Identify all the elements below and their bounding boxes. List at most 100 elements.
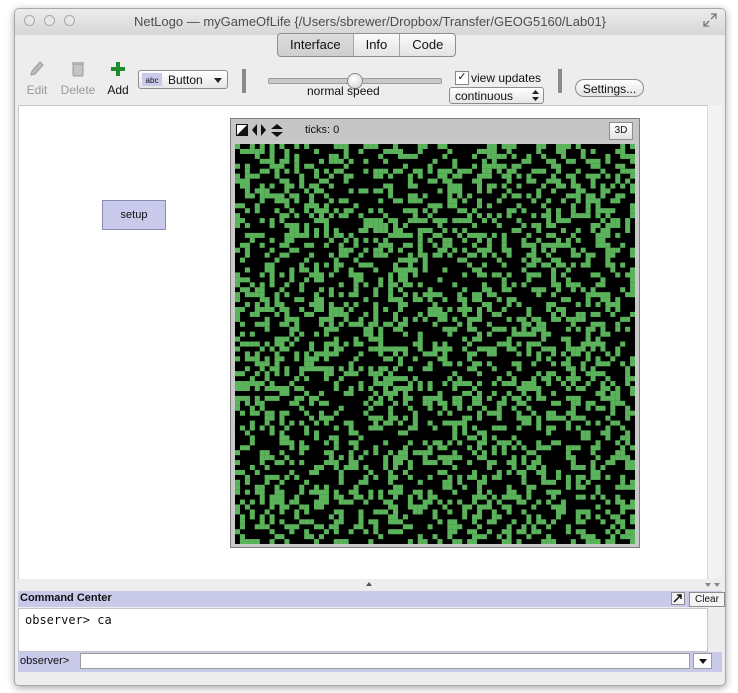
delete-button[interactable]: Delete: [60, 61, 96, 97]
tab-code[interactable]: Code: [400, 34, 455, 56]
delete-label: Delete: [60, 83, 96, 97]
live-cell: [546, 356, 552, 362]
live-cell: [630, 287, 635, 293]
live-cell: [620, 425, 626, 431]
expand-command-center-button[interactable]: [671, 592, 685, 605]
settings-button[interactable]: Settings...: [575, 79, 644, 97]
setup-button[interactable]: setup: [102, 200, 166, 230]
live-cell: [333, 267, 339, 273]
live-cell: [338, 247, 344, 253]
live-cell: [422, 450, 428, 456]
live-cell: [472, 425, 478, 431]
live-cell: [467, 232, 473, 238]
live-cell: [541, 519, 547, 525]
live-cell: [452, 188, 458, 194]
live-cell: [388, 321, 394, 327]
live-cell: [304, 311, 310, 317]
live-cell: [521, 474, 527, 480]
live-cell: [343, 252, 349, 258]
live-cell: [531, 450, 537, 456]
live-cell: [289, 272, 295, 278]
live-cell: [309, 311, 315, 317]
interface-scrollbar[interactable]: [707, 105, 722, 578]
live-cell: [264, 371, 270, 377]
view-updates-checkbox[interactable]: ✓: [455, 71, 469, 85]
live-cell: [427, 292, 433, 298]
live-cell: [560, 227, 566, 233]
add-button[interactable]: Add: [106, 61, 130, 97]
live-cell: [457, 232, 463, 238]
live-cell: [610, 356, 616, 362]
command-history-dropdown[interactable]: [693, 653, 712, 669]
live-cell: [442, 341, 448, 347]
live-cell: [486, 346, 492, 352]
live-cell: [620, 450, 626, 456]
live-cell: [259, 287, 265, 293]
live-cell: [397, 306, 403, 312]
live-cell: [244, 539, 250, 544]
live-cell: [551, 282, 557, 288]
live-cell: [541, 242, 547, 248]
live-cell: [457, 376, 463, 382]
live-cell: [491, 163, 497, 169]
live-cell: [521, 316, 527, 322]
clear-button[interactable]: Clear: [689, 592, 725, 607]
live-cell: [476, 484, 483, 490]
live-cell: [427, 460, 433, 466]
fullscreen-icon[interactable]: [703, 13, 717, 27]
wrap-icon[interactable]: [236, 124, 248, 136]
live-cell: [358, 316, 364, 322]
live-cell: [304, 267, 310, 273]
live-cell: [393, 390, 399, 396]
live-cell: [269, 539, 275, 544]
splitter-arrows-icon[interactable]: [705, 582, 721, 588]
live-cell: [516, 440, 522, 446]
live-cell: [526, 381, 532, 387]
live-cell: [600, 464, 606, 471]
button-widget-icon: abc: [142, 73, 162, 86]
live-cell: [402, 232, 408, 238]
edit-button[interactable]: Edit: [25, 61, 49, 97]
widget-type-select[interactable]: abc Button: [138, 70, 228, 89]
live-cell: [585, 208, 591, 214]
live-cell: [526, 173, 532, 179]
3d-view-button[interactable]: 3D: [609, 122, 633, 140]
live-cell: [299, 484, 305, 490]
tab-interface[interactable]: Interface: [278, 34, 354, 56]
live-cell: [353, 292, 359, 298]
live-cell: [249, 232, 255, 238]
live-cell: [314, 302, 320, 308]
command-input[interactable]: [80, 653, 690, 669]
collapse-up-icon[interactable]: [366, 582, 372, 587]
live-cell: [318, 302, 324, 308]
splitter[interactable]: [15, 579, 725, 591]
live-cell: [358, 148, 364, 154]
live-cell: [476, 336, 483, 342]
up-down-arrows-icon[interactable]: [271, 124, 283, 137]
world-grid[interactable]: [235, 144, 635, 544]
live-cell: [249, 410, 255, 416]
live-cell: [309, 252, 315, 258]
live-cell: [546, 499, 552, 505]
live-cell: [279, 509, 285, 515]
live-cell: [491, 509, 497, 515]
live-cell: [397, 148, 403, 154]
live-cell: [526, 420, 532, 426]
update-mode-select[interactable]: continuous: [449, 87, 544, 104]
live-cell: [393, 351, 399, 357]
tab-info[interactable]: Info: [354, 34, 401, 56]
live-cell: [388, 247, 394, 253]
live-cell: [348, 390, 354, 396]
live-cell: [555, 514, 562, 520]
live-cell: [294, 326, 300, 332]
live-cell: [264, 193, 270, 199]
live-cell: [615, 247, 621, 253]
live-cell: [432, 158, 438, 164]
live-cell: [491, 435, 497, 441]
live-cell: [546, 208, 552, 214]
live-cell: [412, 504, 418, 510]
live-cell: [333, 445, 339, 451]
live-cell: [590, 346, 596, 352]
live-cell: [289, 381, 295, 387]
left-right-arrows-icon[interactable]: [252, 124, 266, 136]
